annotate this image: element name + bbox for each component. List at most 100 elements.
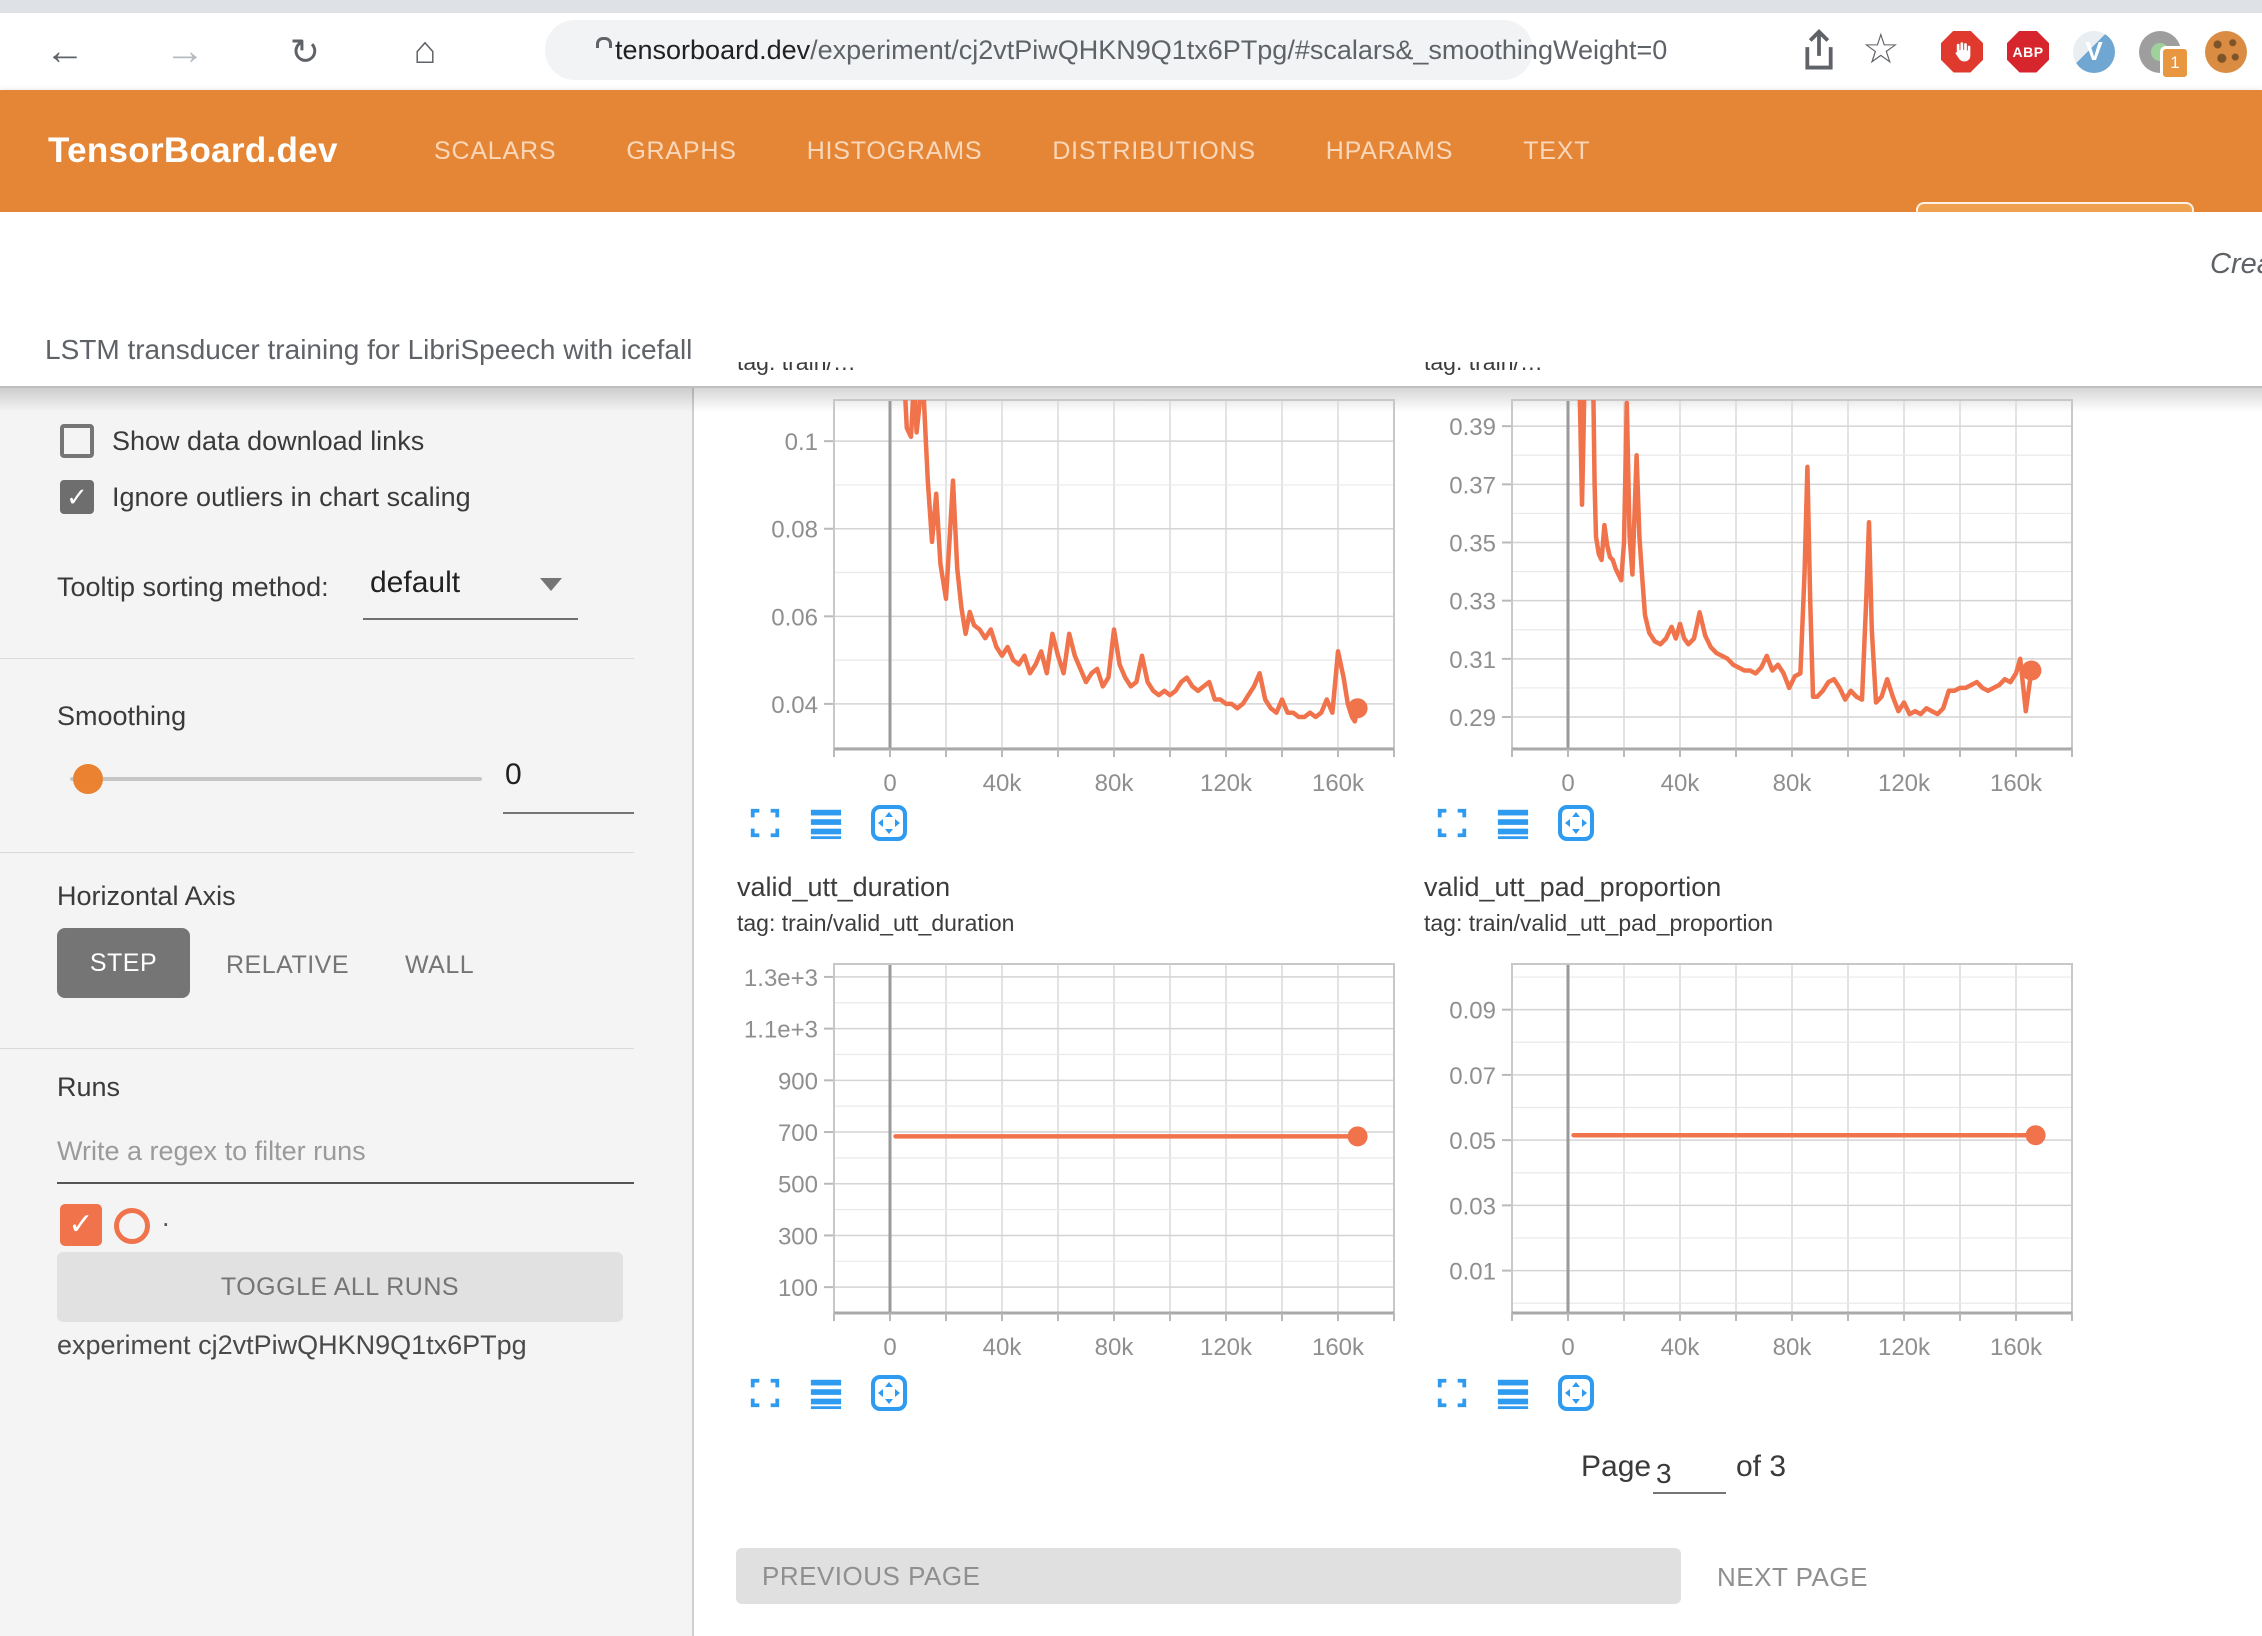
- vimium-icon[interactable]: V: [2072, 30, 2116, 74]
- cookie-icon[interactable]: [2204, 30, 2248, 74]
- svg-text:0.35: 0.35: [1449, 531, 1496, 558]
- svg-text:80k: 80k: [1773, 1334, 1813, 1361]
- chart-canvas[interactable]: 0.290.310.330.350.370.39040k80k120k160k: [1412, 392, 2112, 862]
- blocker-hand-icon[interactable]: [1940, 30, 1984, 74]
- browser-tab-strip: [0, 0, 2262, 13]
- url-text[interactable]: tensorboard.dev/experiment/cj2vtPiwQHKN9…: [615, 35, 1667, 66]
- series-list-icon[interactable]: [808, 1376, 844, 1410]
- svg-text:1.3e+3: 1.3e+3: [744, 965, 818, 992]
- run-color-swatch[interactable]: [114, 1208, 150, 1244]
- axis-wall-button[interactable]: WALL: [405, 951, 474, 980]
- chart-title: valid_utt_pad_proportion: [1424, 872, 1721, 903]
- share-icon[interactable]: [1800, 28, 1838, 72]
- avatar-badge: 1: [2160, 46, 2190, 80]
- back-icon[interactable]: ←: [30, 13, 100, 90]
- run-name[interactable]: .: [162, 1202, 170, 1233]
- app-logo[interactable]: TensorBoard.dev: [48, 90, 338, 212]
- svg-text:0.1: 0.1: [785, 429, 818, 456]
- expand-chart-icon[interactable]: [748, 806, 782, 840]
- forward-icon[interactable]: →: [150, 13, 220, 90]
- series-list-icon[interactable]: [1495, 806, 1531, 840]
- svg-text:40k: 40k: [983, 1334, 1023, 1361]
- expand-chart-icon[interactable]: [1435, 806, 1469, 840]
- svg-text:0.09: 0.09: [1449, 998, 1496, 1025]
- next-page-button[interactable]: NEXT PAGE: [1717, 1562, 1868, 1593]
- expand-chart-icon[interactable]: [1435, 1376, 1469, 1410]
- tab-hparams[interactable]: HPARAMS: [1322, 90, 1457, 212]
- svg-text:0.08: 0.08: [771, 517, 818, 544]
- ignore-outliers-checkbox[interactable]: ✓: [60, 480, 94, 514]
- svg-text:0.04: 0.04: [771, 692, 818, 719]
- bookmark-star-icon[interactable]: ☆: [1862, 24, 1900, 73]
- section-divider: [0, 1048, 634, 1049]
- svg-text:40k: 40k: [1661, 770, 1701, 797]
- expand-chart-icon[interactable]: [748, 1376, 782, 1410]
- svg-text:1.1e+3: 1.1e+3: [744, 1017, 818, 1044]
- svg-text:0: 0: [1561, 1334, 1574, 1361]
- home-icon[interactable]: ⌂: [390, 13, 460, 90]
- chart-toolbar: [1435, 804, 1595, 842]
- chart-canvas[interactable]: 0.040.060.080.1040k80k120k160k: [725, 392, 1425, 862]
- tooltip-sorting-label: Tooltip sorting method:: [57, 572, 329, 603]
- page-count-label: of 3: [1736, 1450, 1786, 1484]
- page-label: Page: [1581, 1450, 1651, 1484]
- chart-toolbar: [748, 804, 908, 842]
- chart-canvas[interactable]: 0.010.030.050.070.09040k80k120k160k: [1412, 956, 2112, 1426]
- previous-page-button[interactable]: PREVIOUS PAGE: [736, 1548, 1681, 1604]
- svg-text:0.39: 0.39: [1449, 414, 1496, 441]
- header-nav: SCALARS GRAPHS HISTOGRAMS DISTRIBUTIONS …: [430, 90, 1594, 212]
- svg-text:500: 500: [778, 1172, 818, 1199]
- smoothing-slider-track[interactable]: [70, 777, 482, 781]
- svg-text:120k: 120k: [1878, 770, 1931, 797]
- abp-icon[interactable]: ABP: [2006, 30, 2050, 74]
- section-divider: [0, 658, 634, 659]
- svg-text:120k: 120k: [1878, 1334, 1931, 1361]
- show-download-links-checkbox[interactable]: ✓: [60, 424, 94, 458]
- fit-domain-icon[interactable]: [870, 804, 908, 842]
- axis-relative-button[interactable]: RELATIVE: [226, 951, 349, 980]
- svg-text:160k: 160k: [1312, 1334, 1365, 1361]
- horizontal-axis-label: Horizontal Axis: [57, 881, 236, 912]
- tab-scalars[interactable]: SCALARS: [430, 90, 560, 212]
- show-download-links-label[interactable]: Show data download links: [112, 426, 424, 457]
- svg-text:700: 700: [778, 1120, 818, 1147]
- experiment-title: LSTM transducer training for LibriSpeech…: [45, 334, 692, 366]
- tab-histograms[interactable]: HISTOGRAMS: [803, 90, 987, 212]
- svg-text:0: 0: [883, 1334, 896, 1361]
- fit-domain-icon[interactable]: [870, 1374, 908, 1412]
- tab-text[interactable]: TEXT: [1519, 90, 1594, 212]
- tooltip-sorting-dropdown[interactable]: default: [370, 566, 460, 600]
- svg-text:0: 0: [1561, 770, 1574, 797]
- profile-avatar[interactable]: 1: [2138, 30, 2182, 74]
- smoothing-value[interactable]: 0: [505, 758, 522, 792]
- tab-distributions[interactable]: DISTRIBUTIONS: [1048, 90, 1259, 212]
- fit-domain-icon[interactable]: [1557, 1374, 1595, 1412]
- series-list-icon[interactable]: [1495, 1376, 1531, 1410]
- dropdown-arrow-icon[interactable]: [540, 578, 562, 591]
- dropdown-underline: [363, 618, 578, 620]
- url-host: tensorboard.dev: [615, 35, 810, 65]
- tab-graphs[interactable]: GRAPHS: [622, 90, 740, 212]
- svg-text:0.06: 0.06: [771, 604, 818, 631]
- svg-text:0.01: 0.01: [1449, 1259, 1496, 1286]
- ignore-outliers-label[interactable]: Ignore outliers in chart scaling: [112, 482, 471, 513]
- address-bar[interactable]: tensorboard.dev/experiment/cj2vtPiwQHKN9…: [545, 20, 1533, 80]
- extensions-row: ABP V 1: [1940, 13, 2248, 90]
- clipped-chart-tag: tag: train/…: [737, 362, 1217, 378]
- run-checkbox[interactable]: ✓: [60, 1204, 102, 1246]
- svg-text:40k: 40k: [1661, 1334, 1701, 1361]
- axis-step-button[interactable]: STEP: [57, 928, 190, 998]
- runs-filter-input[interactable]: [57, 1136, 617, 1167]
- chart-canvas[interactable]: 1003005007009001.1e+31.3e+3040k80k120k16…: [725, 956, 1425, 1426]
- svg-text:0.31: 0.31: [1449, 647, 1496, 674]
- svg-text:80k: 80k: [1095, 1334, 1135, 1361]
- series-list-icon[interactable]: [808, 806, 844, 840]
- runs-label: Runs: [57, 1072, 120, 1103]
- toggle-all-runs-button[interactable]: TOGGLE ALL RUNS: [57, 1252, 623, 1322]
- reload-icon[interactable]: ↻: [270, 13, 340, 90]
- svg-text:40k: 40k: [983, 770, 1023, 797]
- page-number-input[interactable]: [1656, 1458, 1716, 1490]
- fit-domain-icon[interactable]: [1557, 804, 1595, 842]
- smoothing-slider-thumb[interactable]: [73, 764, 103, 794]
- svg-text:80k: 80k: [1095, 770, 1135, 797]
